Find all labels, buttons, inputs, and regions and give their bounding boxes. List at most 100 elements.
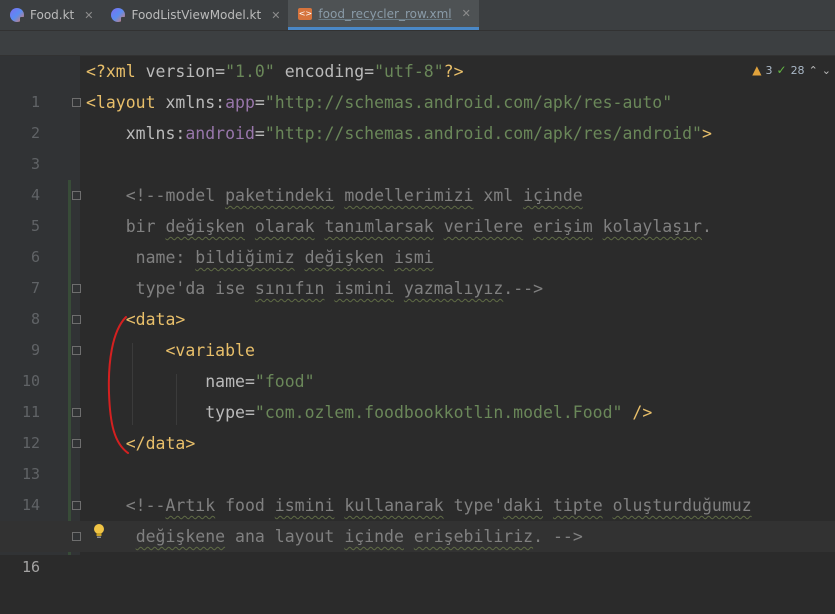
comment-word: erişim bbox=[533, 217, 593, 236]
comment-text bbox=[245, 217, 255, 236]
comment-word: değişken bbox=[165, 217, 245, 236]
red-handdrawn-bracket bbox=[107, 316, 129, 454]
comment-text: type'da ise bbox=[125, 279, 255, 298]
code-line: 2 <layout xmlns:app="http://schemas.andr… bbox=[0, 87, 835, 142]
xml-decl-open: <?xml bbox=[86, 62, 146, 81]
attr-name: encoding bbox=[274, 62, 365, 81]
tab-food-recycler-row-xml[interactable]: <> food_recycler_row.xml ✕ bbox=[288, 0, 479, 30]
comment-text: .--> bbox=[503, 279, 544, 298]
comment-word: daki bbox=[503, 496, 544, 515]
equals: = bbox=[244, 372, 255, 391]
code-line: 6 bir değişken olarak tanımlarsak verile… bbox=[0, 211, 835, 266]
fold-toggle-icon[interactable] bbox=[72, 501, 81, 510]
equals: = bbox=[254, 124, 265, 143]
comment-text: food bbox=[215, 496, 275, 515]
tag-open: <layout bbox=[86, 93, 166, 112]
lightbulb-icon[interactable] bbox=[93, 523, 105, 539]
comment-word: ismini bbox=[334, 279, 394, 298]
fold-toggle-icon[interactable] bbox=[72, 346, 81, 355]
tab-label: food_recycler_row.xml bbox=[318, 6, 452, 21]
comment-text: <!-- bbox=[125, 496, 166, 515]
attr-value: "http://schemas.android.com/apk/res/andr… bbox=[264, 124, 702, 143]
tab-food-list-view-model-kt[interactable]: FoodListViewModel.kt ✕ bbox=[101, 0, 288, 30]
comment-word: paketindeki bbox=[225, 186, 335, 205]
comment-word: olarak bbox=[254, 217, 315, 236]
equals: = bbox=[364, 62, 375, 81]
equals: = bbox=[215, 62, 226, 81]
close-icon[interactable]: ✕ bbox=[84, 9, 93, 22]
comment-word: kullanarak bbox=[344, 496, 444, 515]
comment-text bbox=[315, 217, 325, 236]
code-line: 3 xmlns:android="http://schemas.android.… bbox=[0, 118, 835, 173]
comment-word: kolaylaşır bbox=[602, 217, 702, 236]
fold-toggle-icon[interactable] bbox=[72, 439, 81, 448]
xml-file-icon: <> bbox=[298, 7, 313, 20]
data-tag-close: </data> bbox=[125, 434, 196, 453]
namespace: app bbox=[225, 93, 255, 112]
code-line-current: 16 değişkene ana layout içinde erişebili… bbox=[0, 521, 835, 576]
attr-name: name bbox=[205, 372, 245, 391]
comment-word: bildiğimiz bbox=[195, 248, 295, 267]
code-line: 1 <?xml version="1.0" encoding="utf-8"?> bbox=[0, 56, 835, 111]
code-line: 7 name: bildiğimiz değişken ismi bbox=[0, 242, 835, 297]
comment-text bbox=[593, 217, 603, 236]
close-icon[interactable]: ✕ bbox=[271, 9, 280, 22]
fold-toggle-icon[interactable] bbox=[72, 284, 81, 293]
comment-text bbox=[543, 496, 553, 515]
comment-word: erişebiliriz bbox=[413, 527, 534, 546]
comment-word: tipte bbox=[552, 496, 603, 515]
xml-decl-close: ?> bbox=[443, 62, 464, 81]
kotlin-file-icon bbox=[111, 8, 128, 23]
fold-toggle-icon[interactable] bbox=[72, 408, 81, 417]
attr-value: "http://schemas.android.com/apk/res-auto… bbox=[264, 93, 673, 112]
attr-prefix: xmlns: bbox=[165, 93, 226, 112]
editor-toolstrip bbox=[0, 31, 835, 56]
comment-text bbox=[603, 496, 613, 515]
comment-text bbox=[394, 279, 404, 298]
comment-text: . bbox=[702, 217, 712, 236]
comment-text bbox=[434, 217, 444, 236]
comment-word: sınıfın bbox=[254, 279, 325, 298]
attr-value: "1.0" bbox=[225, 62, 275, 81]
code-line: 8 type'da ise sınıfın ismini yazmalıyız.… bbox=[0, 273, 835, 328]
tag-close: > bbox=[701, 124, 712, 143]
fold-toggle-icon[interactable] bbox=[72, 532, 81, 541]
comment-text bbox=[126, 527, 136, 546]
attr-value: "utf-8" bbox=[374, 62, 444, 81]
comment-text: type' bbox=[443, 496, 504, 515]
fold-toggle-icon[interactable] bbox=[72, 191, 81, 200]
comment-word: verilere bbox=[443, 217, 524, 236]
equals: = bbox=[244, 403, 255, 422]
tab-label: Food.kt bbox=[30, 8, 75, 22]
comment-word: değişken bbox=[304, 248, 385, 267]
fold-toggle-icon[interactable] bbox=[72, 98, 81, 107]
comment-word: tanımlarsak bbox=[324, 217, 434, 236]
close-icon[interactable]: ✕ bbox=[462, 7, 471, 20]
comment-text bbox=[295, 248, 305, 267]
code-line: 15 <!--Artık food ismini kullanarak type… bbox=[0, 490, 835, 545]
comment-text: ana layout bbox=[225, 527, 345, 546]
namespace: android bbox=[185, 124, 255, 143]
comment-text: xml bbox=[473, 186, 524, 205]
code-line: 5 <!--model paketindeki modellerimizi xm… bbox=[0, 180, 835, 235]
comment-word: ismini bbox=[274, 496, 335, 515]
tab-food-kt[interactable]: Food.kt ✕ bbox=[0, 0, 101, 30]
editor-tab-bar: Food.kt ✕ FoodListViewModel.kt ✕ <> food… bbox=[0, 0, 835, 31]
tag-self-close: /> bbox=[622, 403, 653, 422]
comment-word: modellerimizi bbox=[344, 186, 474, 205]
comment-word: değişkene bbox=[135, 527, 226, 546]
kotlin-file-icon bbox=[10, 8, 26, 23]
comment-text bbox=[334, 496, 344, 515]
fold-toggle-icon[interactable] bbox=[72, 315, 81, 324]
code-line: 14 bbox=[0, 459, 835, 514]
tab-label: FoodListViewModel.kt bbox=[131, 8, 262, 22]
comment-text bbox=[384, 248, 394, 267]
comment-text: bir bbox=[125, 217, 166, 236]
comment-word: yazmalıyız bbox=[403, 279, 504, 298]
comment-text bbox=[523, 217, 533, 236]
comment-word: oluşturduğumuz bbox=[612, 496, 752, 515]
comment-word: içinde bbox=[344, 527, 404, 546]
comment-word: ismi bbox=[394, 248, 434, 267]
comment-text bbox=[334, 186, 344, 205]
comment-text: . --> bbox=[533, 527, 583, 546]
